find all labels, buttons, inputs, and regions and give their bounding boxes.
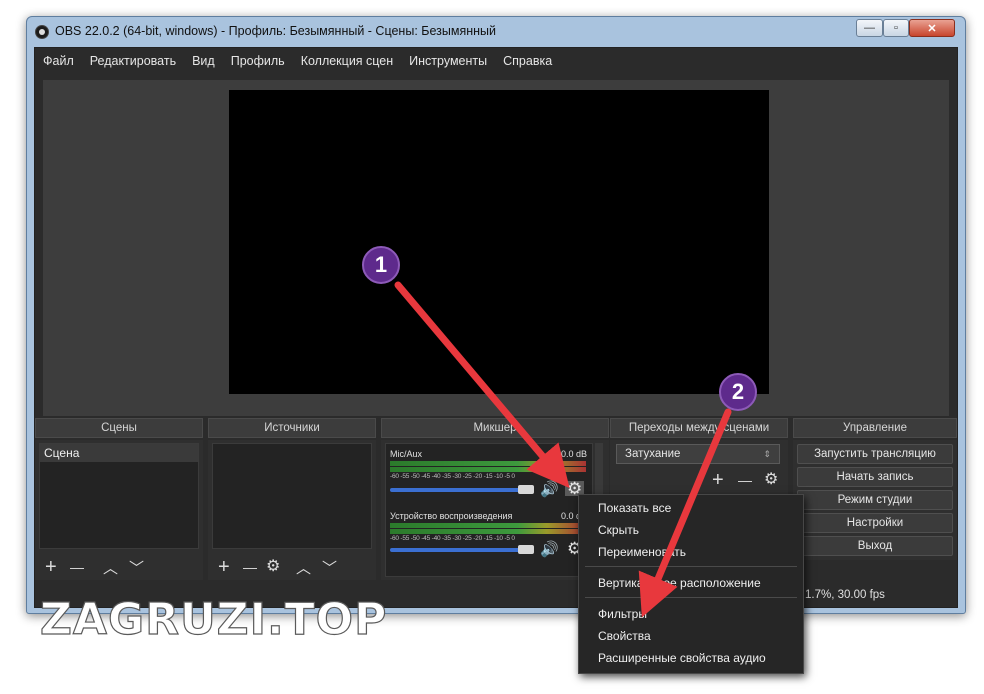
annotation-arrows	[394, 281, 732, 618]
watermark-logo: ZAGRUZI.TOP	[39, 593, 388, 645]
step-marker-1: 1	[362, 246, 400, 284]
arrow-to-gear	[394, 281, 570, 489]
arrow-to-filters	[638, 408, 732, 618]
step-marker-2: 2	[719, 373, 757, 411]
